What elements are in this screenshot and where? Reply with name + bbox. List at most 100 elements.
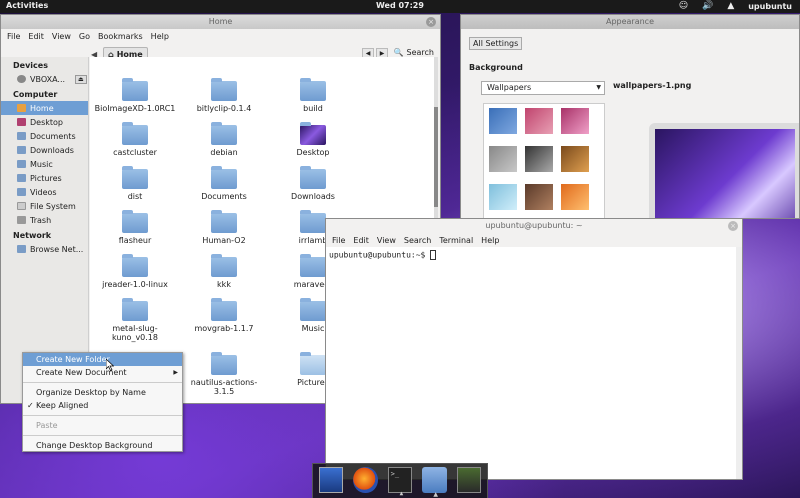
menu-item-create-new-folder[interactable]: Create New Folder bbox=[23, 353, 182, 366]
menu-item-change-background[interactable]: Change Desktop Background bbox=[23, 439, 182, 452]
file-manager-title: Home bbox=[208, 17, 233, 26]
top-panel: Activities Wed 07:29 ☺ 🔊 ▲ upubuntu bbox=[0, 0, 800, 13]
file-item[interactable]: Downloads bbox=[270, 166, 356, 201]
wallpaper-thumbnail[interactable] bbox=[525, 146, 553, 172]
search-button[interactable]: 🔍 Search bbox=[394, 48, 434, 57]
wallpaper-thumbnail[interactable] bbox=[489, 108, 517, 134]
menu-search[interactable]: Search bbox=[404, 236, 431, 245]
pictures-folder-icon bbox=[300, 352, 326, 375]
menu-item-keep-aligned[interactable]: ✓ Keep Aligned bbox=[23, 399, 182, 412]
terminal-menubar: File Edit View Search Terminal Help bbox=[326, 233, 742, 247]
menu-help[interactable]: Help bbox=[151, 32, 169, 41]
menu-item-organize-by-name[interactable]: Organize Desktop by Name bbox=[23, 386, 182, 399]
file-item[interactable]: Documents bbox=[181, 166, 267, 201]
sidebar-item-file-system[interactable]: File System bbox=[1, 199, 88, 213]
activities-button[interactable]: Activities bbox=[6, 1, 48, 10]
folder-icon bbox=[211, 352, 237, 375]
wallpaper-thumbnail[interactable] bbox=[525, 108, 553, 134]
sidebar-item-pictures[interactable]: Pictures bbox=[1, 171, 88, 185]
clock[interactable]: Wed 07:29 bbox=[376, 1, 424, 10]
menu-view[interactable]: View bbox=[52, 32, 71, 41]
menu-terminal[interactable]: Terminal bbox=[439, 236, 473, 245]
close-icon[interactable]: × bbox=[426, 17, 436, 27]
sidebar-item-trash[interactable]: Trash bbox=[1, 213, 88, 227]
volume-icon[interactable]: 🔊 bbox=[702, 1, 713, 11]
background-label: Background bbox=[469, 63, 523, 72]
folder-icon bbox=[300, 78, 326, 101]
firefox-icon[interactable] bbox=[353, 467, 378, 493]
road-game-icon[interactable] bbox=[456, 467, 482, 493]
wallpaper-thumbnail[interactable] bbox=[489, 184, 517, 210]
sidebar-item-desktop[interactable]: Desktop bbox=[1, 115, 88, 129]
wallpaper-thumbnail[interactable] bbox=[489, 146, 517, 172]
close-icon[interactable]: × bbox=[728, 221, 738, 231]
scrollbar-thumb[interactable] bbox=[434, 107, 438, 207]
file-item-label: Documents bbox=[201, 192, 247, 201]
wallpaper-preview-screen bbox=[655, 129, 795, 218]
sidebar-item-music[interactable]: Music bbox=[1, 157, 88, 171]
file-item-label: nautilus-actions-3.1.5 bbox=[190, 378, 258, 396]
sidebar-item-documents[interactable]: Documents bbox=[1, 129, 88, 143]
user-menu[interactable]: upubuntu bbox=[748, 2, 792, 11]
menu-file[interactable]: File bbox=[7, 32, 20, 41]
terminal-scrollbar[interactable] bbox=[736, 247, 742, 479]
desktop-folder-icon bbox=[300, 122, 326, 145]
file-item[interactable]: kkk bbox=[181, 254, 267, 289]
file-item[interactable]: dist bbox=[92, 166, 178, 201]
trash-icon bbox=[17, 216, 26, 224]
menu-view[interactable]: View bbox=[377, 236, 396, 245]
file-manager-menubar: File Edit View Go Bookmarks Help bbox=[1, 29, 440, 43]
file-item-label: bitlyclip-0.1.4 bbox=[196, 104, 252, 113]
file-item-label: BioImageXD-1.0RC1 bbox=[94, 104, 176, 113]
home-icon bbox=[17, 104, 26, 112]
videos-icon bbox=[17, 188, 26, 196]
file-item[interactable]: build bbox=[270, 78, 356, 113]
sidebar-header-network: Network bbox=[13, 231, 52, 240]
wallpaper-thumbnail[interactable] bbox=[561, 184, 589, 210]
terminal-window: upubuntu@upubuntu: ~ × File Edit View Se… bbox=[325, 218, 743, 480]
file-item[interactable]: movgrab-1.1.7 bbox=[181, 298, 267, 333]
folder-icon bbox=[122, 298, 148, 321]
file-item[interactable]: debian bbox=[181, 122, 267, 157]
pictures-icon bbox=[17, 174, 26, 182]
wallpaper-thumbnail[interactable] bbox=[561, 108, 589, 134]
sidebar-item-browse-network[interactable]: Browse Net... bbox=[1, 242, 88, 256]
menu-bookmarks[interactable]: Bookmarks bbox=[98, 32, 143, 41]
sidebar-item-home[interactable]: Home bbox=[1, 101, 88, 115]
accessibility-icon[interactable]: ☺ bbox=[679, 1, 688, 11]
file-item[interactable]: Desktop bbox=[270, 122, 356, 157]
terminal-icon[interactable]: >_ ▲ bbox=[387, 467, 413, 497]
sidebar-item-downloads[interactable]: Downloads bbox=[1, 143, 88, 157]
file-item[interactable]: bitlyclip-0.1.4 bbox=[181, 78, 267, 113]
wallpaper-thumbnail[interactable] bbox=[525, 184, 553, 210]
folder-icon bbox=[122, 122, 148, 145]
menu-help[interactable]: Help bbox=[481, 236, 499, 245]
menu-go[interactable]: Go bbox=[79, 32, 90, 41]
sidebar-item-label: Music bbox=[30, 159, 53, 169]
network-icon[interactable]: ▲ bbox=[727, 1, 734, 11]
file-item[interactable]: nautilus-actions-3.1.5 bbox=[181, 352, 267, 396]
appearance-titlebar[interactable]: Appearance bbox=[461, 15, 799, 29]
all-settings-button[interactable]: All Settings bbox=[469, 37, 523, 50]
image-viewer-icon[interactable] bbox=[319, 467, 344, 493]
terminal-titlebar[interactable]: upubuntu@upubuntu: ~ × bbox=[326, 219, 742, 233]
file-item[interactable]: BioImageXD-1.0RC1 bbox=[92, 78, 178, 113]
file-manager-titlebar[interactable]: Home × bbox=[1, 15, 440, 29]
menu-edit[interactable]: Edit bbox=[353, 236, 369, 245]
eject-icon[interactable]: ⏏ bbox=[75, 74, 87, 84]
file-item[interactable]: castcluster bbox=[92, 122, 178, 157]
menu-edit[interactable]: Edit bbox=[28, 32, 44, 41]
file-item[interactable]: metal-slug-kuno_v0.18 bbox=[92, 298, 178, 342]
sidebar-header-devices: Devices bbox=[13, 61, 48, 70]
menu-item-create-new-document[interactable]: Create New Document ▶ bbox=[23, 366, 182, 379]
file-manager-icon[interactable]: ▲ bbox=[422, 467, 447, 498]
wallpaper-source-select[interactable]: Wallpapers ▼ bbox=[481, 81, 605, 95]
file-item[interactable]: flasheur bbox=[92, 210, 178, 245]
sidebar-item-vbox[interactable]: VBOXA... ⏏ bbox=[1, 72, 88, 86]
wallpaper-thumbnail[interactable] bbox=[561, 146, 589, 172]
terminal-output[interactable]: upubuntu@upubuntu:~$ bbox=[326, 247, 742, 263]
sidebar-item-videos[interactable]: Videos bbox=[1, 185, 88, 199]
file-item[interactable]: jreader-1.0-linux bbox=[92, 254, 178, 289]
file-item[interactable]: Human-O2 bbox=[181, 210, 267, 245]
menu-file[interactable]: File bbox=[332, 236, 345, 245]
